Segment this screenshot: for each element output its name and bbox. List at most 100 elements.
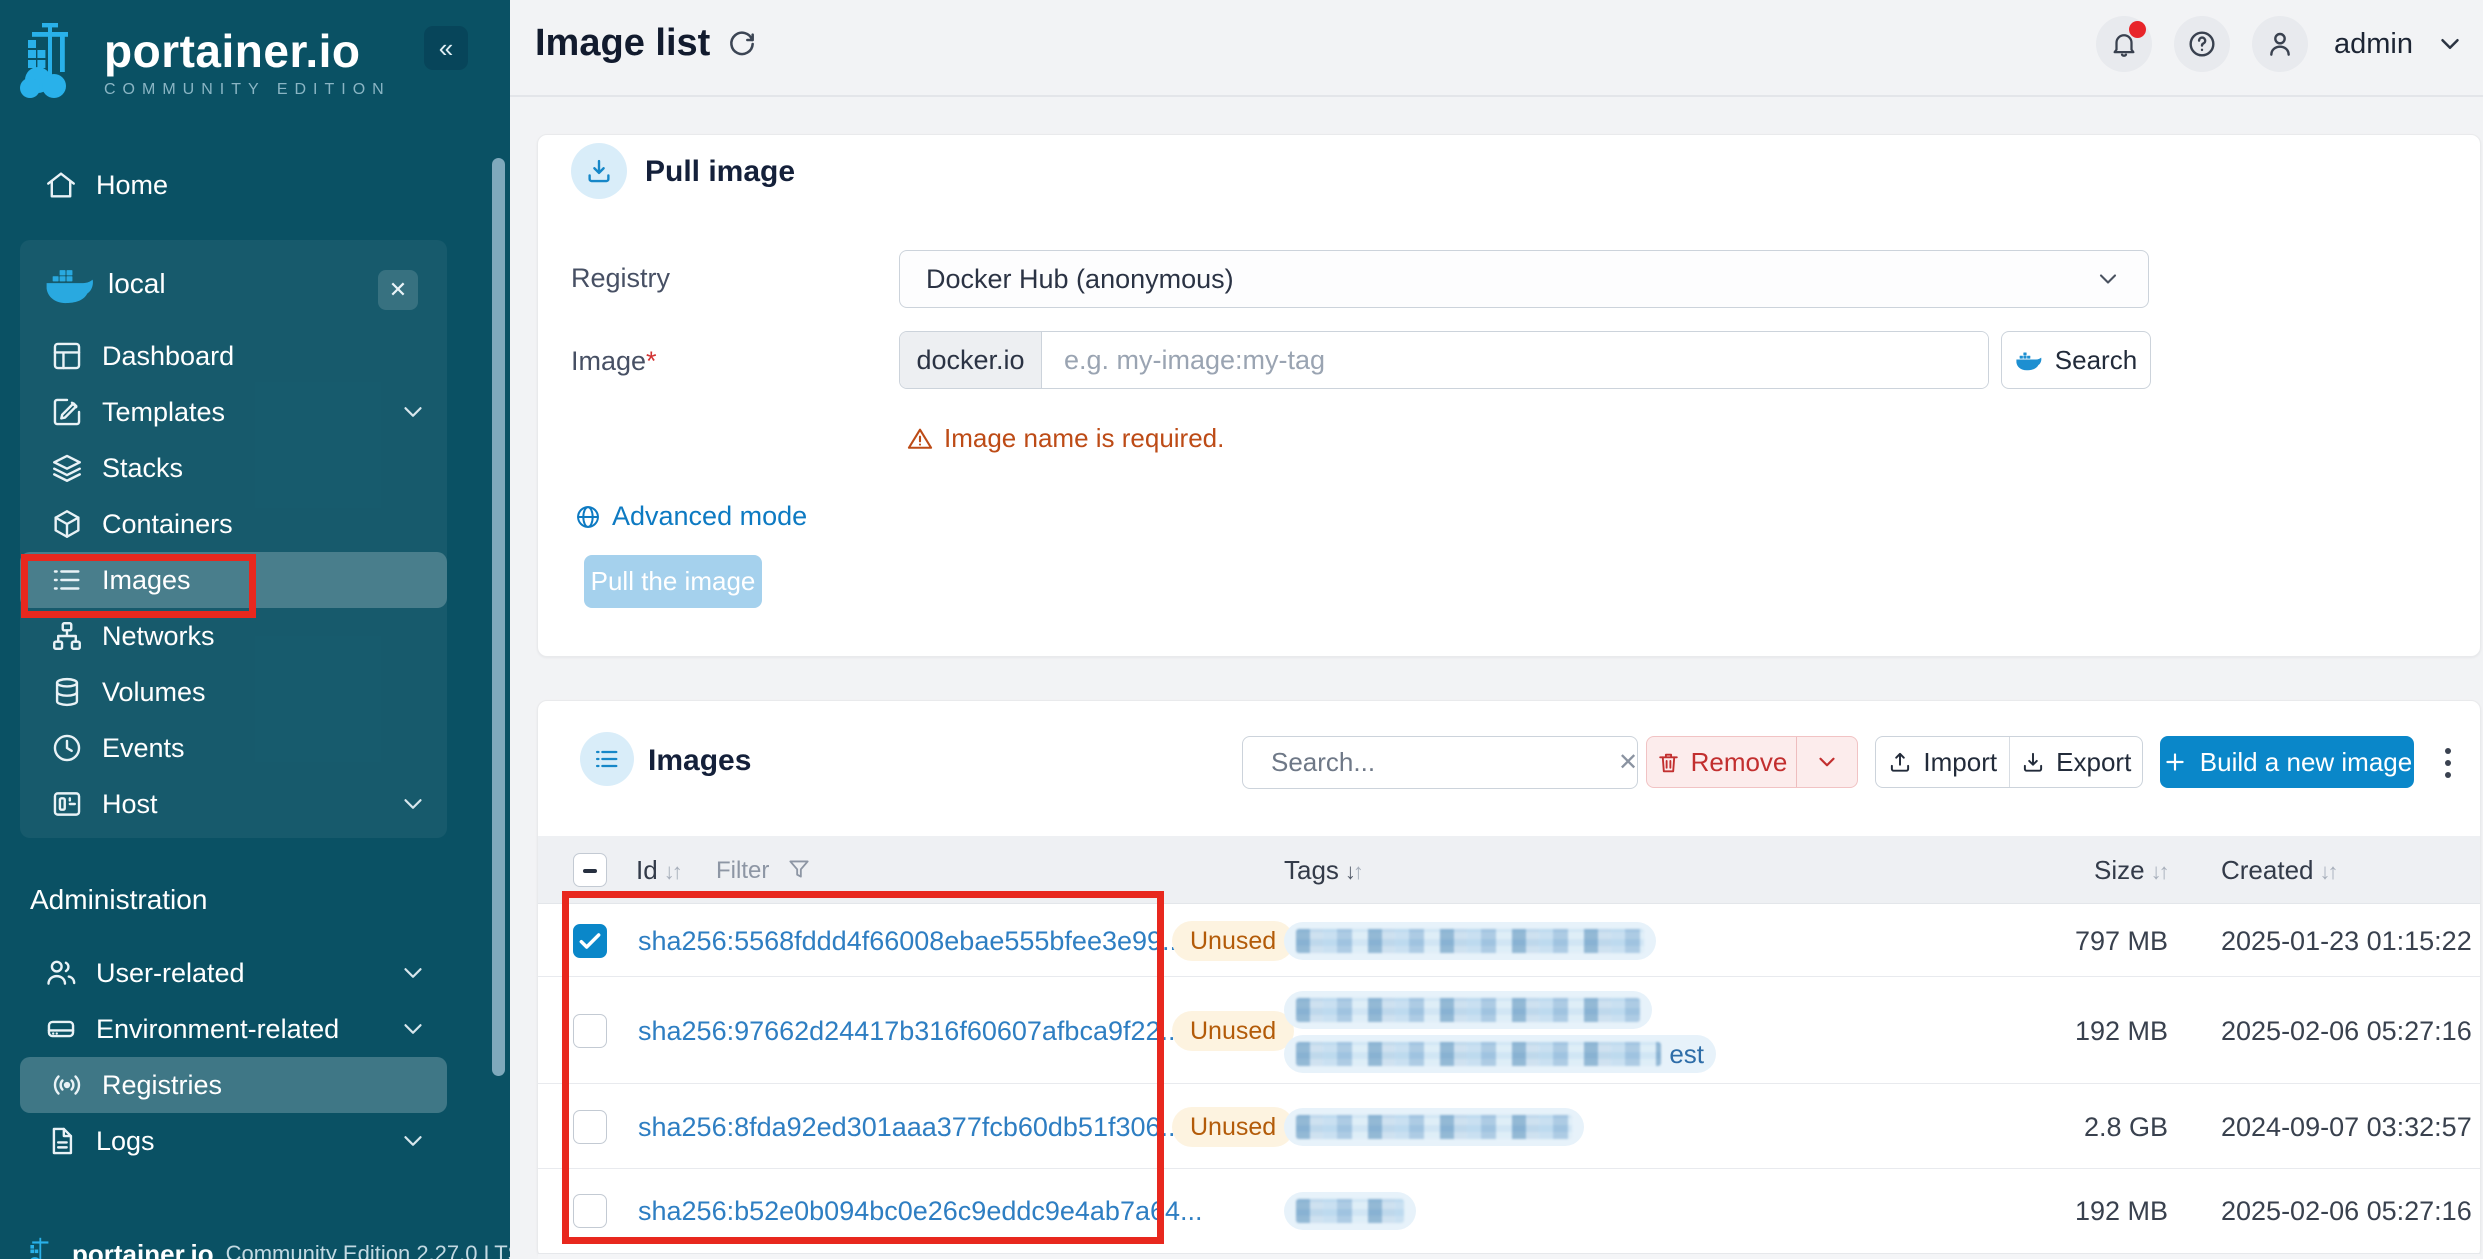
table-row[interactable]: sha256:97662d24417b316f60607afbca9f22...… [538, 977, 2480, 1084]
tag-suffix: est [1669, 1039, 1704, 1070]
sidebar-item-label: Networks [102, 621, 215, 652]
required-asterisk: * [646, 346, 657, 376]
refresh-icon[interactable] [726, 28, 758, 60]
sidebar-item-events[interactable]: Events [20, 720, 447, 776]
portainer-logo: portainer.io COMMUNITY EDITION [20, 20, 391, 100]
chevron-down-icon [398, 1014, 428, 1044]
table-row[interactable]: sha256:5568fddd4f66008ebae555bfee3e99...… [538, 904, 2480, 977]
filter-funnel-icon[interactable] [786, 856, 812, 882]
column-id-filter[interactable]: Filter [716, 857, 769, 885]
sidebar-item-label: Stacks [102, 453, 183, 484]
row-checkbox[interactable] [573, 1014, 607, 1048]
sidebar-item-containers[interactable]: Containers [20, 496, 447, 552]
sidebar-item-label: Images [102, 565, 191, 596]
column-size[interactable]: Size↓↑ [2094, 855, 2167, 886]
environment-panel: local ✕ Dashboard Templates Stacks Conta… [20, 240, 447, 838]
image-tag-redacted [1284, 1108, 1584, 1146]
sidebar-collapse-button[interactable]: « [424, 26, 468, 70]
footer-brand: portainer.io [72, 1239, 214, 1259]
table-footer [538, 1253, 2480, 1259]
remove-dropdown-toggle[interactable] [1797, 737, 1857, 787]
sidebar-item-label: Templates [102, 397, 225, 428]
sidebar-item-templates[interactable]: Templates [20, 384, 447, 440]
image-search-button[interactable]: Search [2001, 331, 2151, 389]
environments-icon [44, 1012, 78, 1046]
image-tag-redacted [1284, 991, 1652, 1029]
image-size: 192 MB [1968, 1196, 2168, 1227]
registry-select[interactable]: Docker Hub (anonymous) [899, 250, 2149, 308]
image-id-link[interactable]: sha256:b52e0b094bc0e26c9eddc9e4ab7a64... [638, 1196, 1203, 1227]
remove-button[interactable]: Remove [1646, 736, 1858, 788]
docker-whale-icon [2015, 349, 2043, 371]
import-button[interactable]: Import [1876, 737, 2009, 787]
sidebar-item-logs[interactable]: Logs [0, 1113, 510, 1169]
footer-edition: Community Edition 2.27.0 LTS [226, 1241, 510, 1259]
sidebar-item-label: Containers [102, 509, 233, 540]
row-checkbox[interactable] [573, 924, 607, 958]
networks-icon [50, 619, 84, 653]
image-size: 2.8 GB [1968, 1112, 2168, 1143]
images-panel-title: Images [648, 744, 751, 778]
chevron-down-icon[interactable] [2435, 29, 2465, 59]
download-icon [2020, 749, 2046, 775]
sidebar-item-label: Registries [102, 1070, 222, 1101]
chevron-down-icon [398, 789, 428, 819]
help-button[interactable] [2174, 16, 2230, 72]
portainer-footer-logo-icon [26, 1236, 60, 1259]
remove-button-main[interactable]: Remove [1647, 737, 1797, 787]
sidebar-item-home[interactable]: Home [0, 157, 510, 213]
table-row[interactable]: sha256:b52e0b094bc0e26c9eddc9e4ab7a64...… [538, 1169, 2480, 1253]
image-name-input[interactable] [1042, 332, 1988, 388]
user-name: admin [2334, 28, 2413, 61]
upload-icon [1887, 749, 1913, 775]
row-checkbox[interactable] [573, 1194, 607, 1228]
templates-icon [50, 395, 84, 429]
images-panel-icon [580, 732, 634, 786]
sidebar-item-stacks[interactable]: Stacks [20, 440, 447, 496]
build-new-image-button[interactable]: Build a new image [2160, 736, 2414, 788]
table-row[interactable]: sha256:8fda92ed301aaa377fcb60db51f306...… [538, 1084, 2480, 1169]
sidebar-item-networks[interactable]: Networks [20, 608, 447, 664]
image-id-link[interactable]: sha256:97662d24417b316f60607afbca9f22... [638, 1016, 1183, 1047]
sidebar-item-user-related[interactable]: User-related [0, 945, 510, 1001]
sidebar-item-environment-related[interactable]: Environment-related [0, 1001, 510, 1057]
image-id-link[interactable]: sha256:5568fddd4f66008ebae555bfee3e99... [638, 926, 1185, 957]
download-icon [584, 156, 614, 186]
column-tags[interactable]: Tags↓↑ [1284, 855, 1361, 886]
chevron-down-icon [1814, 749, 1840, 775]
user-menu-avatar[interactable] [2252, 16, 2308, 72]
table-header: Id↓↑ Filter Tags↓↑ Size↓↑ Created↓↑ [538, 836, 2480, 904]
sidebar-item-host[interactable]: Host [20, 776, 447, 832]
row-checkbox[interactable] [573, 1110, 607, 1144]
export-button[interactable]: Export [2009, 737, 2143, 787]
sidebar-scrollbar[interactable] [492, 158, 505, 1076]
sidebar-item-volumes[interactable]: Volumes [20, 664, 447, 720]
pull-the-image-button[interactable]: Pull the image [584, 555, 762, 608]
table-settings-kebab-menu[interactable] [2434, 741, 2462, 785]
image-id-link[interactable]: sha256:8fda92ed301aaa377fcb60db51f306... [638, 1112, 1183, 1143]
page-title-text: Image list [535, 22, 710, 65]
clear-search-icon[interactable]: ✕ [1618, 748, 1638, 777]
check-icon [574, 925, 606, 957]
image-created: 2025-02-06 05:27:16 [2221, 1016, 2472, 1047]
images-panel: Images ✕ Remove Import Export [537, 700, 2481, 1259]
page-title: Image list [535, 22, 758, 65]
globe-icon [574, 503, 602, 531]
chevron-down-icon [398, 958, 428, 988]
advanced-mode-link[interactable]: Advanced mode [574, 501, 807, 532]
sidebar-item-dashboard[interactable]: Dashboard [20, 328, 447, 384]
notifications-button[interactable] [2096, 16, 2152, 72]
sidebar-item-registries[interactable]: Registries [20, 1057, 447, 1113]
select-all-checkbox[interactable] [573, 853, 607, 887]
column-created[interactable]: Created↓↑ [2221, 855, 2336, 886]
environment-close-button[interactable]: ✕ [378, 270, 418, 310]
image-size: 192 MB [1968, 1016, 2168, 1047]
image-label-text: Image [571, 346, 646, 376]
image-created: 2025-01-23 01:15:22 [2221, 926, 2472, 957]
column-id[interactable]: Id↓↑ [636, 855, 680, 886]
notification-badge [2129, 21, 2146, 38]
sidebar-item-images[interactable]: Images [20, 552, 447, 608]
table-search-input[interactable] [1271, 747, 1606, 778]
environment-header[interactable]: local ✕ [20, 252, 447, 316]
sidebar-item-label: Host [102, 789, 158, 820]
